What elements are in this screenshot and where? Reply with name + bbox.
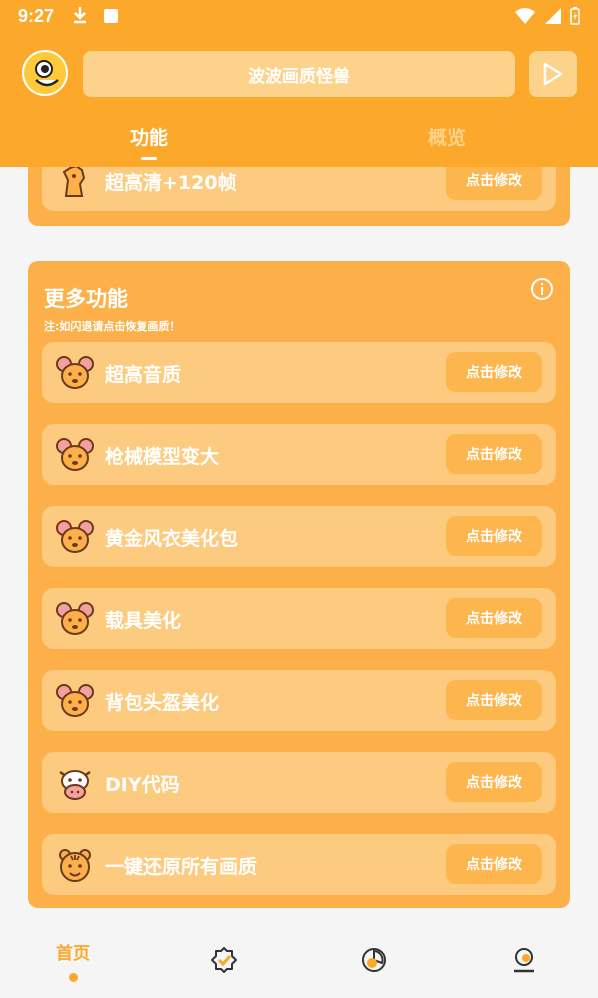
row-label: 背包头盔美化 — [105, 692, 220, 714]
more-features-card: 更多功能 注:如闪退请点击恢复画质！ 超高音质 点击修改 枪械模型变大 点击修改 — [28, 261, 570, 908]
modify-button[interactable]: 点击修改 — [446, 680, 542, 720]
info-icon[interactable] — [530, 277, 554, 301]
status-icons — [511, 6, 580, 26]
row-label: 一键还原所有画质 — [105, 856, 258, 878]
list-item: 一键还原所有画质 点击修改 — [42, 834, 556, 895]
app-logo — [22, 50, 68, 96]
list-item: 背包头盔美化 点击修改 — [42, 670, 556, 731]
play-button[interactable] — [529, 51, 577, 97]
app-title: 波波画质怪兽 — [83, 51, 515, 97]
row-label: 超高清+120帧 — [105, 172, 237, 194]
list-item: 黄金风衣美化包 点击修改 — [42, 506, 556, 567]
list-item: 载具美化 点击修改 — [42, 588, 556, 649]
horse-icon — [62, 164, 86, 197]
tab-features[interactable]: 功能 — [130, 123, 168, 150]
modify-button[interactable]: 点击修改 — [446, 352, 542, 392]
list-item: 超高音质 点击修改 — [42, 342, 556, 403]
row-label: 枪械模型变大 — [105, 446, 220, 468]
app-header: 9:27 波波画质怪兽 功能 概览 — [0, 0, 598, 167]
badge-check-icon[interactable] — [210, 946, 238, 974]
list-item: 枪械模型变大 点击修改 — [42, 424, 556, 485]
card-note: 注:如闪退请点击恢复画质！ — [44, 320, 181, 333]
nav-active-dot — [69, 973, 78, 982]
mouse-icon — [56, 438, 94, 471]
status-bar: 9:27 — [0, 0, 598, 34]
tiger-icon — [59, 849, 91, 882]
row-label: 载具美化 — [105, 610, 182, 632]
tab-overview[interactable]: 概览 — [428, 123, 466, 150]
modify-button[interactable]: 点击修改 — [446, 762, 542, 802]
tab-indicator — [141, 157, 157, 160]
pie-chart-icon[interactable] — [360, 946, 388, 974]
row-label: DIY代码 — [105, 774, 180, 796]
modify-button[interactable]: 点击修改 — [446, 434, 542, 474]
mouse-icon — [56, 684, 94, 717]
modify-button[interactable]: 点击修改 — [446, 598, 542, 638]
mouse-icon — [56, 520, 94, 553]
mouse-icon — [56, 356, 94, 389]
download-icon — [74, 7, 86, 24]
nav-home-label: 首页 — [56, 944, 90, 964]
cow-icon — [59, 770, 91, 800]
row-label: 黄金风衣美化包 — [105, 528, 239, 550]
play-icon — [543, 62, 563, 86]
modify-button[interactable]: 点击修改 — [446, 516, 542, 556]
mouse-icon — [56, 602, 94, 635]
status-time: 9:27 — [18, 6, 55, 26]
modify-button[interactable]: 点击修改 — [446, 844, 542, 884]
signal-icon — [544, 8, 561, 24]
row-label: 超高音质 — [105, 364, 182, 386]
bottom-nav: 首页 — [0, 922, 598, 998]
card-title: 更多功能 — [44, 287, 128, 311]
wifi-icon — [515, 8, 536, 24]
profile-icon[interactable] — [510, 946, 538, 974]
list-item: DIY代码 点击修改 — [42, 752, 556, 813]
battery-icon — [570, 7, 580, 25]
notification-icon — [104, 9, 118, 23]
